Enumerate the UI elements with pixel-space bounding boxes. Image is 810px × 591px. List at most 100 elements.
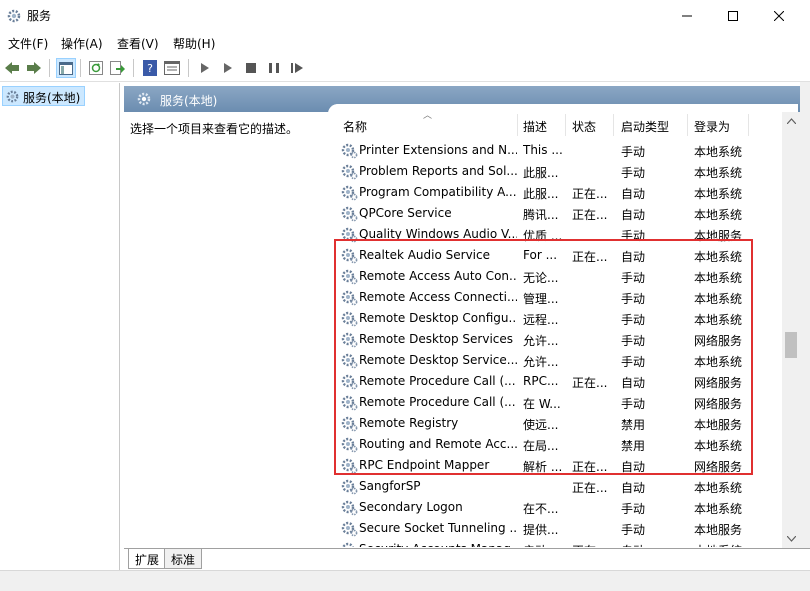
stop-service-button[interactable] — [241, 58, 261, 78]
resume-service-button[interactable] — [287, 58, 307, 78]
back-button[interactable] — [2, 58, 22, 78]
toolbar-separator — [133, 59, 134, 77]
service-row[interactable]: Secure Socket Tunneling ... 提供... 手动 本地服务 — [328, 518, 798, 539]
service-startup-type: 手动 — [621, 313, 646, 327]
service-gear-icon — [340, 478, 358, 495]
service-name: Remote Access Connecti... — [359, 290, 517, 304]
service-startup-type: 手动 — [621, 271, 646, 285]
service-description: 允许... — [523, 355, 559, 369]
service-row[interactable]: Security Accounts Manag... 启动... 正在... 自动 本地… — [328, 539, 798, 547]
service-startup-type: 手动 — [621, 166, 646, 180]
service-gear-icon — [340, 394, 358, 411]
service-row[interactable]: Secondary Logon 在不... 手动 本地系统 — [328, 497, 798, 518]
refresh-button[interactable] — [86, 58, 106, 78]
menu-help[interactable]: 帮助(H) — [173, 35, 215, 52]
service-gear-icon — [340, 352, 358, 369]
service-row[interactable]: Remote Desktop Service... 允许... 手动 本地系统 — [328, 350, 798, 371]
column-separator[interactable] — [565, 114, 566, 136]
service-gear-icon — [340, 373, 358, 390]
column-header-description[interactable]: 描述 — [523, 118, 547, 135]
tab-extended[interactable]: 扩展 — [128, 549, 167, 569]
pause-service-button[interactable] — [264, 58, 284, 78]
service-row[interactable]: Quality Windows Audio V... 优质 ... 手动 本地服务 — [328, 224, 798, 245]
start-service-button[interactable] — [195, 58, 215, 78]
service-status: 正在... — [572, 208, 608, 222]
vertical-scrollbar[interactable] — [782, 112, 800, 548]
service-row[interactable]: Remote Procedure Call (... 在 W... 手动 网络服务 — [328, 392, 798, 413]
help-button[interactable]: ? — [140, 58, 160, 78]
service-row[interactable]: Remote Registry 使远... 禁用 本地服务 — [328, 413, 798, 434]
service-gear-icon — [340, 457, 358, 474]
service-description: 启动... — [523, 542, 566, 547]
service-description: 远程... — [523, 313, 559, 327]
show-hide-tree-button[interactable] — [56, 58, 76, 78]
service-name: Realtek Audio Service — [359, 248, 490, 262]
service-row[interactable]: QPCore Service 腾讯... 正在... 自动 本地系统 — [328, 203, 798, 224]
scroll-down-button[interactable] — [782, 530, 800, 548]
service-row[interactable]: Remote Access Auto Con... 无论... 手动 本地系统 — [328, 266, 798, 287]
service-name: Security Accounts Manag... — [359, 542, 517, 547]
menu-file[interactable]: 文件(F) — [8, 35, 48, 52]
service-row[interactable]: Remote Procedure Call (... RPC... 正在... 自动 网… — [328, 371, 798, 392]
maximize-button[interactable] — [710, 0, 756, 32]
service-name: Remote Access Auto Con... — [359, 269, 517, 283]
service-status: 正在... — [572, 542, 614, 547]
services-gear-icon — [137, 92, 151, 106]
menu-view[interactable]: 查看(V) — [117, 35, 159, 52]
column-separator[interactable] — [687, 114, 688, 136]
service-row[interactable]: Realtek Audio Service For ... 正在... 自动 本地系统 — [328, 245, 798, 266]
pause-icon — [269, 63, 279, 73]
column-header-logon-as[interactable]: 登录为 — [694, 118, 730, 135]
column-separator[interactable] — [613, 114, 614, 136]
column-header-status[interactable]: 状态 — [572, 118, 596, 135]
service-startup-type: 手动 — [621, 355, 646, 369]
column-header-startup-type[interactable]: 启动类型 — [621, 118, 669, 135]
close-button[interactable] — [756, 0, 802, 32]
service-row[interactable]: Remote Desktop Configu... 远程... 手动 本地系统 — [328, 308, 798, 329]
toolbar-separator — [188, 59, 189, 77]
service-startup-type: 自动 — [621, 481, 646, 495]
forward-button[interactable] — [24, 58, 44, 78]
service-name: Secondary Logon — [359, 500, 463, 514]
service-name: Remote Procedure Call (... — [359, 395, 516, 409]
service-logon-as: 本地系统 — [694, 355, 743, 369]
show-hide-tree-icon — [59, 61, 73, 75]
scroll-up-button[interactable] — [782, 112, 800, 130]
export-button[interactable] — [108, 58, 128, 78]
column-separator[interactable] — [517, 114, 518, 136]
service-logon-as: 本地系统 — [694, 145, 743, 159]
service-row[interactable]: SangforSP 正在... 自动 本地系统 — [328, 476, 798, 497]
menu-action[interactable]: 操作(A) — [61, 35, 103, 52]
service-row[interactable]: Problem Reports and Sol... 此服... 手动 本地系统 — [328, 161, 798, 182]
service-row[interactable]: Program Compatibility A... 此服... 正在... 自动 本地… — [328, 182, 798, 203]
column-separator[interactable] — [748, 114, 749, 136]
properties-button[interactable] — [162, 58, 182, 78]
service-description: For ... — [523, 248, 558, 262]
service-description: This ... — [523, 143, 563, 157]
minimize-button[interactable] — [664, 0, 710, 32]
title-bar: 服务 — [0, 0, 810, 32]
service-row[interactable]: Routing and Remote Acc... 在局... 禁用 本地系统 — [328, 434, 798, 455]
service-startup-type: 手动 — [621, 523, 646, 537]
menu-bar: 文件(F) 操作(A) 查看(V) 帮助(H) — [0, 32, 810, 54]
tree-node-services-local[interactable]: 服务(本地) — [2, 86, 86, 106]
scope-header-label: 服务(本地) — [160, 94, 218, 108]
service-name: Remote Procedure Call (... — [359, 374, 516, 388]
help-icon: ? — [143, 60, 157, 76]
service-row[interactable]: Printer Extensions and N... This ... 手动 本地系… — [328, 140, 798, 161]
service-gear-icon — [340, 541, 358, 547]
service-gear-icon — [340, 331, 358, 348]
service-row[interactable]: Remote Desktop Services 允许... 手动 网络服务 — [328, 329, 798, 350]
service-description: 在局... — [523, 439, 559, 453]
start-alt-button[interactable] — [218, 58, 238, 78]
tab-standard[interactable]: 标准 — [164, 549, 203, 569]
service-row[interactable]: Remote Access Connecti... 管理... 手动 本地系统 — [328, 287, 798, 308]
service-startup-type: 自动 — [621, 187, 646, 201]
service-row[interactable]: RPC Endpoint Mapper 解析 ... 正在... 自动 网络服务 — [328, 455, 798, 476]
services-gear-icon — [6, 90, 19, 103]
toolbar-separator — [49, 59, 50, 77]
forward-icon — [27, 62, 41, 74]
column-header-name[interactable]: 名称 — [343, 118, 367, 135]
scroll-thumb[interactable] — [785, 332, 797, 358]
chevron-up-icon — [786, 118, 796, 124]
